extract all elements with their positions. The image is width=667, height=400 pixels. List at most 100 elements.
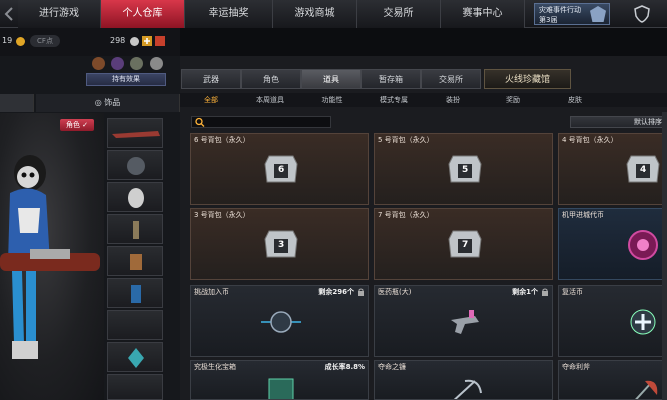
event-card-subtitle: 第3届: [539, 16, 558, 24]
gp-coin-icon: [130, 37, 139, 46]
item-name: 6 号背包（永久）: [194, 136, 250, 144]
item-card[interactable]: 挑战加入币 剩余296个: [190, 285, 369, 357]
item-card[interactable]: 5 号背包（永久） 5: [374, 133, 553, 205]
item-name: 5 号背包（永久）: [378, 136, 434, 144]
category-storage[interactable]: 暂存箱: [361, 69, 421, 89]
held-effects-button[interactable]: 持有效果: [86, 73, 166, 86]
item-card[interactable]: 夺命之镰: [374, 360, 553, 400]
gold-coin-icon: [16, 37, 25, 46]
tab-accessories[interactable]: ◎ 饰品: [36, 94, 180, 112]
backpack-icon: 6: [261, 148, 301, 188]
item-name: 机甲进城代币: [562, 211, 604, 219]
bag-number: 4: [640, 165, 647, 175]
equip-slot-weapon[interactable]: [107, 118, 163, 148]
role-chip[interactable]: 角色 ✓: [60, 119, 94, 131]
character-model[interactable]: [0, 113, 104, 400]
item-remaining: 剩余296个: [318, 288, 354, 296]
effect-icon-1[interactable]: [92, 57, 105, 70]
token-icon: [623, 223, 663, 263]
gp-amount: 298: [110, 36, 126, 45]
item-card[interactable]: 3 号背包（永久） 3: [190, 208, 369, 280]
nav-arrow-left-icon[interactable]: [3, 7, 15, 21]
bag-number: 7: [462, 240, 469, 250]
equip-slot-item-5[interactable]: [107, 374, 163, 400]
category-items[interactable]: 道具: [301, 69, 361, 89]
equip-slot-item-2[interactable]: [107, 246, 163, 276]
equip-slot-item-3[interactable]: [107, 278, 163, 308]
tab-character[interactable]: [0, 94, 34, 112]
inventory-scrollbar[interactable]: [662, 112, 667, 400]
gold-amount: 19: [2, 36, 13, 45]
effect-icon-2[interactable]: [111, 57, 124, 70]
item-name: 究极生化宝箱: [194, 363, 236, 371]
tab-game-mall[interactable]: 游戏商城: [273, 0, 357, 28]
filter-functional[interactable]: 功能性: [314, 93, 350, 107]
bag-number: 5: [462, 165, 469, 175]
add-currency-icon[interactable]: [142, 36, 152, 46]
backpack-icon: 7: [445, 223, 485, 263]
backpack-icon: 3: [261, 223, 301, 263]
event-card-title: 灾难事件行动: [539, 6, 581, 14]
event-badge-card[interactable]: 灾难事件行动 第3届: [534, 3, 610, 25]
item-card[interactable]: 机甲进城代币: [558, 208, 667, 280]
shield-icon[interactable]: [632, 4, 652, 24]
equip-slot-item-4[interactable]: [107, 342, 163, 372]
gun-icon: [445, 300, 485, 340]
tab-lucky-draw[interactable]: 幸运抽奖: [185, 0, 273, 28]
item-card[interactable]: 4 号背包（永久） 4: [558, 133, 667, 205]
lock-icon: [358, 288, 364, 296]
recharge-icon[interactable]: [155, 36, 165, 46]
equip-slot-empty[interactable]: [107, 310, 163, 340]
tab-play-game[interactable]: 进行游戏: [18, 0, 101, 28]
tab-accessories-label: 饰品: [104, 98, 121, 107]
filter-weekly[interactable]: 本周道具: [250, 93, 290, 107]
item-card[interactable]: 7 号背包（永久） 7: [374, 208, 553, 280]
cf-points-pill: CF点: [30, 35, 60, 47]
item-card[interactable]: 究极生化宝箱 成长率8.8%: [190, 360, 369, 400]
category-character[interactable]: 角色: [241, 69, 301, 89]
equip-slot-mask[interactable]: [107, 182, 163, 212]
bag-number: 3: [278, 240, 285, 250]
inventory-panel: 武器 角色 道具 暂存箱 交易所 火线珍藏馆 全部 本周道具 功能性 模式专属 …: [180, 56, 667, 400]
item-remaining: 剩余1个: [512, 288, 538, 296]
category-exchange[interactable]: 交易所: [421, 69, 481, 89]
item-card[interactable]: 复活币: [558, 285, 667, 357]
item-name: 医药瓶(大): [378, 288, 412, 296]
scythe-icon: [445, 373, 485, 399]
search-icon: [195, 117, 205, 127]
item-card[interactable]: 夺命利斧: [558, 360, 667, 400]
equip-slot-helmet[interactable]: [107, 150, 163, 180]
search-input[interactable]: [191, 116, 331, 128]
currency-row: 19 CF点 298: [0, 28, 180, 56]
effect-icon-4[interactable]: [150, 57, 163, 70]
axe-icon: [623, 373, 663, 399]
filter-reward[interactable]: 奖励: [498, 93, 528, 107]
filter-skin[interactable]: 皮肤: [560, 93, 590, 107]
tab-exchange[interactable]: 交易所: [357, 0, 441, 28]
item-card[interactable]: 医药瓶(大) 剩余1个: [374, 285, 553, 357]
filter-outfit[interactable]: 装扮: [438, 93, 468, 107]
tab-personal-warehouse[interactable]: 个人仓库: [101, 0, 185, 28]
coin-icon: [261, 300, 301, 340]
category-collection[interactable]: 火线珍藏馆: [484, 69, 571, 89]
category-weapon[interactable]: 武器: [181, 69, 241, 89]
backpack-icon: 4: [623, 148, 663, 188]
item-name: 7 号背包（永久）: [378, 211, 434, 219]
item-name: 挑战加入币: [194, 288, 229, 296]
effect-icon-3[interactable]: [130, 57, 143, 70]
chest-icon: [261, 373, 301, 399]
filter-row: 全部 本周道具 功能性 模式专属 装扮 奖励 皮肤: [180, 93, 667, 107]
equip-slot-item-1[interactable]: [107, 214, 163, 244]
filter-mode[interactable]: 模式专属: [374, 93, 414, 107]
item-card[interactable]: 6 号背包（永久） 6: [190, 133, 369, 205]
lock-icon: [542, 288, 548, 296]
sort-dropdown[interactable]: 默认排序: [570, 116, 667, 128]
revive-cross-icon: [623, 300, 663, 340]
item-name: 复活币: [562, 288, 583, 296]
item-growth-rate: 成长率8.8%: [324, 363, 365, 371]
backpack-icon: 5: [445, 148, 485, 188]
filter-all[interactable]: 全部: [196, 93, 226, 107]
accessory-icon: ◎: [94, 98, 105, 107]
tab-event-center[interactable]: 赛事中心: [441, 0, 525, 28]
item-name: 3 号背包（永久）: [194, 211, 250, 219]
